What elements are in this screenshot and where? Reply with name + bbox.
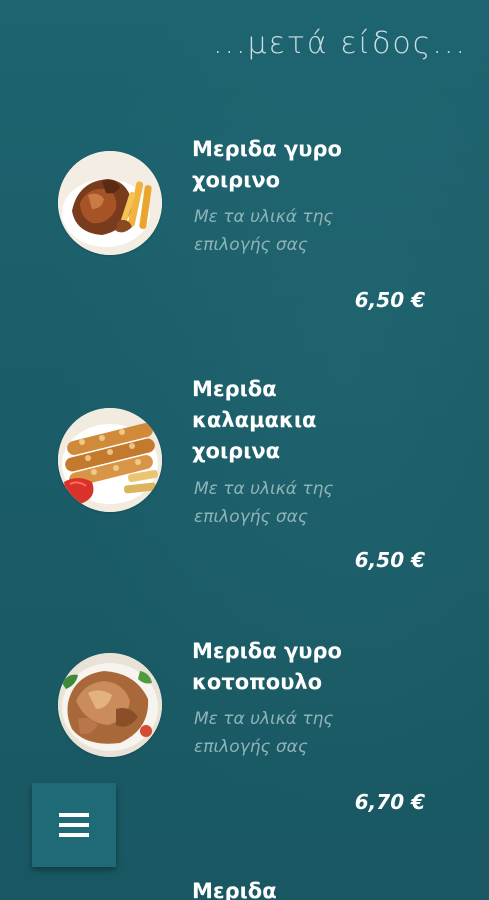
menu-button[interactable]: [32, 783, 116, 867]
item-name: Μεριδα γυρο κοτοπουλο: [192, 636, 442, 698]
item-description-line: Με τα υλικά της: [194, 479, 334, 499]
item-description: Με τα υλικά της επιλογής σας: [194, 705, 394, 761]
item-name: Μεριδα καλαμακια χοιρινα: [192, 374, 442, 467]
item-name-line: καλαμακια: [192, 408, 317, 432]
item-price: 6,50 €: [354, 548, 425, 572]
item-name-line: Μεριδα γυρο: [192, 639, 342, 663]
item-name-line: Μεριδα γυρο: [192, 137, 342, 161]
item-description-line: επιλογής σας: [194, 737, 308, 757]
item-price: 6,50 €: [354, 288, 425, 312]
page-title: ...μετά είδος...: [212, 26, 467, 61]
item-description: Με τα υλικά της επιλογής σας: [194, 475, 394, 531]
menu-page: ...μετά είδος... Μεριδα γυρο χοιρινο Με …: [0, 0, 489, 900]
item-description-line: Με τα υλικά της: [194, 709, 334, 729]
item-name-line: Μεριδα: [192, 879, 277, 900]
pork-gyro-plate-icon[interactable]: [58, 151, 162, 255]
item-name-line: Μεριδα: [192, 377, 277, 401]
pork-skewers-plate-icon[interactable]: [58, 408, 162, 512]
chicken-gyro-plate-icon[interactable]: [58, 653, 162, 757]
item-name: Μεριδα: [192, 876, 442, 900]
item-description-line: Με τα υλικά της: [194, 207, 334, 227]
item-description-line: επιλογής σας: [194, 507, 308, 527]
item-name-line: κοτοπουλο: [192, 670, 323, 694]
item-name: Μεριδα γυρο χοιρινο: [192, 134, 442, 196]
item-description: Με τα υλικά της επιλογής σας: [194, 203, 394, 259]
item-price: 6,70 €: [354, 790, 425, 814]
item-name-line: χοιρινο: [192, 168, 281, 192]
hamburger-menu-icon: [59, 813, 89, 837]
item-description-line: επιλογής σας: [194, 235, 308, 255]
item-name-line: χοιρινα: [192, 439, 281, 463]
